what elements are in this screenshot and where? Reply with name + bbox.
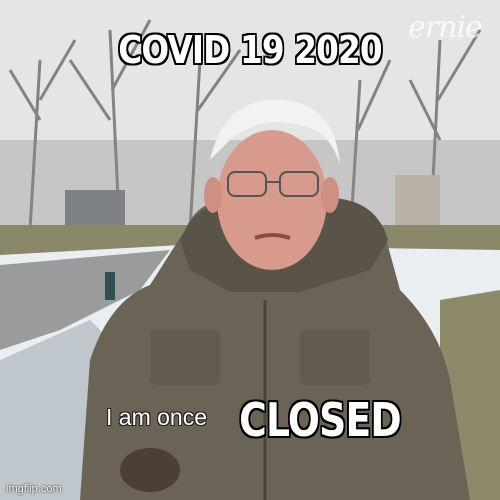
bottom-caption: CLOSED — [239, 393, 402, 447]
face — [217, 130, 327, 270]
mitten-left — [120, 448, 180, 492]
imgflip-credit: imgflip.com — [6, 483, 62, 495]
house-right — [395, 175, 440, 225]
ear-right — [321, 177, 339, 213]
meme-image: ernie COVID 19 2020 I am once CLOSED img… — [0, 0, 500, 500]
top-caption: COVID 19 2020 — [118, 28, 382, 72]
subtitle-text: I am once — [106, 404, 207, 430]
post — [105, 272, 115, 300]
ear-left — [204, 177, 222, 213]
chest-pocket-right — [300, 330, 370, 385]
chest-pocket-left — [150, 330, 220, 385]
house-left — [65, 190, 125, 230]
